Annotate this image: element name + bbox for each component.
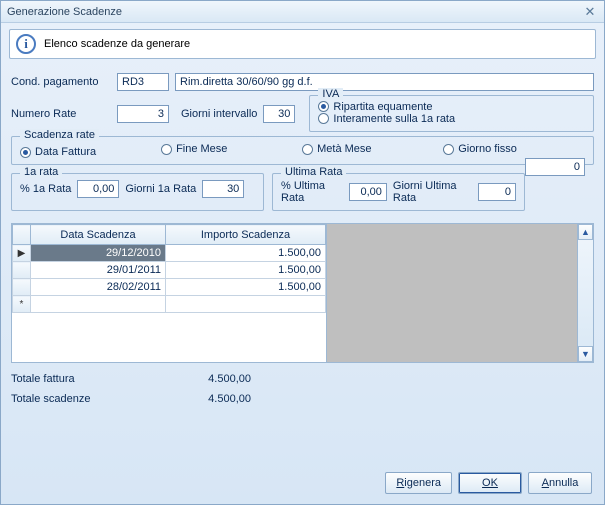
grid-empty-area [327,224,577,362]
dialog-window: Generazione Scadenze ✕ i Elenco scadenze… [0,0,605,505]
payment-label: Cond. pagamento [11,76,111,88]
radio-icon [20,147,31,158]
total-invoice-label: Totale fattura [11,373,141,385]
scadenza-opt4-radio[interactable]: Giorno fisso [443,143,543,155]
cell-amount[interactable]: 1.500,00 [166,279,326,296]
window-title: Generazione Scadenze [7,6,122,18]
scadenza-opt2-radio[interactable]: Fine Mese [161,143,281,155]
fixed-day-input[interactable]: 0 [525,158,585,176]
info-text: Elenco scadenze da generare [44,38,190,50]
scadenza-opt1-radio[interactable]: Data Fattura [20,146,140,158]
table-row[interactable]: 28/02/2011 1.500,00 [13,279,326,296]
iva-first-radio[interactable]: Interamente sulla 1a rata [318,113,455,125]
radio-icon [443,144,454,155]
last-days-label: Giorni Ultima Rata [393,180,472,204]
first-days-label: Giorni 1a Rata [125,183,196,195]
col-date-header[interactable]: Data Scadenza [31,225,166,245]
cell-amount[interactable]: 1.500,00 [166,262,326,279]
last-rate-legend: Ultima Rata [281,166,346,178]
total-due-value: 4.500,00 [141,393,251,405]
scadenza-opt3-radio[interactable]: Metà Mese [302,143,422,155]
scroll-down-icon[interactable]: ▼ [578,346,593,362]
payment-code-input[interactable]: RD3 [117,73,169,91]
interval-label: Giorni intervallo [181,108,257,120]
first-rate-legend: 1a rata [20,166,62,178]
info-bar: i Elenco scadenze da generare [9,29,596,59]
titlebar: Generazione Scadenze ✕ [1,1,604,23]
scadenza-legend: Scadenza rate [20,129,99,141]
total-invoice-value: 4.500,00 [141,373,251,385]
first-days-input[interactable]: 30 [202,180,244,198]
num-rates-input[interactable]: 3 [117,105,169,123]
radio-icon [318,113,329,124]
radio-icon [302,144,313,155]
row-header-blank [13,225,31,245]
col-amount-header[interactable]: Importo Scadenza [166,225,326,245]
vertical-scrollbar[interactable]: ▲ ▼ [577,224,593,362]
table-row[interactable]: 29/01/2011 1.500,00 [13,262,326,279]
cell-date[interactable]: 29/01/2011 [31,262,166,279]
cell-date[interactable]: 28/02/2011 [31,279,166,296]
row-indicator-icon: ▶ [13,245,31,262]
cell-date[interactable]: 29/12/2010 [31,245,166,262]
cell-amount[interactable]: 1.500,00 [166,245,326,262]
close-icon[interactable]: ✕ [582,4,598,20]
first-pct-label: % 1a Rata [20,183,71,195]
scroll-track[interactable] [578,240,593,346]
iva-equal-radio[interactable]: Ripartita equamente [318,101,432,113]
last-pct-input[interactable]: 0,00 [349,183,387,201]
payment-desc-input[interactable]: Rim.diretta 30/60/90 gg d.f. [175,73,594,91]
radio-icon [161,144,172,155]
first-pct-input[interactable]: 0,00 [77,180,119,198]
scadenze-grid[interactable]: Data Scadenza Importo Scadenza ▶ 29/12/2… [11,223,594,363]
regenerate-button[interactable]: Rigenera [385,472,452,494]
radio-icon [318,101,329,112]
interval-input[interactable]: 30 [263,105,295,123]
new-row-icon: * [13,296,31,313]
cancel-button[interactable]: Annulla [528,472,592,494]
scroll-up-icon[interactable]: ▲ [578,224,593,240]
iva-legend: IVA [318,88,343,100]
num-rates-label: Numero Rate [11,108,111,120]
table-row-new[interactable]: * [13,296,326,313]
last-days-input[interactable]: 0 [478,183,516,201]
total-due-label: Totale scadenze [11,393,141,405]
last-pct-label: % Ultima Rata [281,180,343,204]
ok-button[interactable]: OK [458,472,522,494]
info-icon: i [16,34,36,54]
table-row[interactable]: ▶ 29/12/2010 1.500,00 [13,245,326,262]
